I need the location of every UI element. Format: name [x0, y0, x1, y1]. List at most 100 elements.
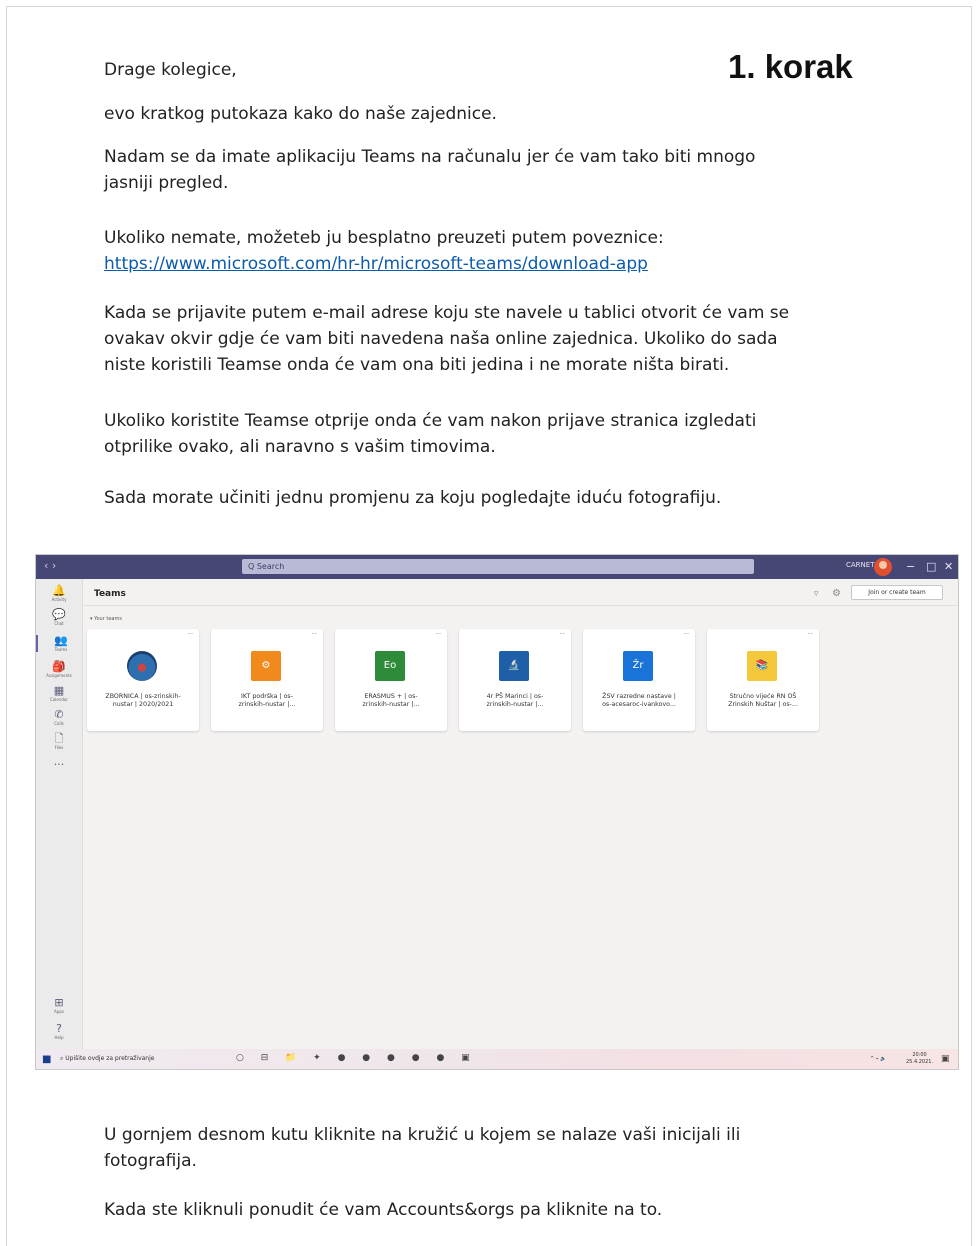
teams-titlebar: ‹ › Q Search CARNET − □ ✕	[36, 555, 958, 579]
intro-paragraph-1: evo kratkog putokaza kako do naše zajedn…	[104, 104, 497, 124]
rail-calendar[interactable]: ▦ Calendar	[36, 684, 82, 703]
team-name-line-1: 4r PŠ Marinci | os-	[486, 693, 544, 700]
team-name: IKT podrška | os- zrinskih-nustar |...	[215, 693, 319, 709]
rail-files[interactable]: 🗋 Files	[36, 733, 82, 751]
team-card-erasmus[interactable]: ··· Eo ERASMUS + | os- zrinskih-nustar |…	[335, 629, 447, 731]
calendar-icon: ▦	[53, 684, 65, 697]
team-name-line-2: zrinskih-nustar |...	[362, 701, 420, 708]
intro-paragraph-3-line-1: Ukoliko nemate, možeteb ju besplatno pre…	[104, 228, 664, 248]
more-options-icon[interactable]: ···	[559, 631, 565, 638]
teams-screenshot: ‹ › Q Search CARNET − □ ✕ 🔔 Activity 💬 C…	[35, 554, 959, 1070]
team-card-zbornica[interactable]: ··· ZBORNICA | os-zrinskih- nustar | 202…	[87, 629, 199, 731]
close-icon[interactable]: ✕	[944, 560, 953, 573]
intro-paragraph-5-line-2: otprilike ovako, ali naravno s vašim tim…	[104, 437, 496, 457]
intro-paragraph-4-line-1: Kada se prijavite putem e-mail adrese ko…	[104, 303, 790, 323]
rail-assignments-label: Assignments	[46, 673, 72, 678]
intro-paragraph-2: Nadam se da imate aplikaciju Teams na ra…	[104, 144, 884, 196]
more-options-icon[interactable]: ···	[435, 631, 441, 638]
taskbar-app-icons[interactable]: ○ ⊟ 📁 ✦ ● ● ● ● ● ▣	[236, 1053, 477, 1063]
system-tray-icons[interactable]: ^ ⌁ 🔈	[870, 1056, 887, 1062]
team-name-line-2: nustar | 2020/2021	[112, 701, 174, 708]
header-divider	[82, 605, 958, 606]
team-name-line-1: IKT podrška | os-	[241, 693, 293, 700]
notification-icon[interactable]: ▣	[941, 1054, 950, 1064]
teams-search-box[interactable]: Q Search	[242, 559, 754, 574]
rail-activity[interactable]: 🔔 Activity	[36, 584, 82, 603]
intro-paragraph-6: Sada morate učiniti jednu promjenu za ko…	[104, 488, 722, 508]
nav-arrows-icon[interactable]: ‹ ›	[44, 559, 56, 572]
bell-icon: 🔔	[52, 584, 66, 597]
filter-icon[interactable]: ▿	[814, 589, 819, 599]
team-name: ERASMUS + | os- zrinskih-nustar |...	[339, 693, 443, 709]
rail-apps[interactable]: ⊞ Apps	[36, 997, 82, 1015]
rail-files-label: Files	[54, 745, 64, 750]
rail-calls-label: Calls	[54, 721, 64, 726]
teams-page-title: Teams	[94, 589, 126, 599]
team-logo	[127, 651, 157, 681]
intro-paragraph-4-line-3: niste koristili Teamse onda će vam ona b…	[104, 355, 730, 375]
user-org-name: CARNET	[846, 561, 875, 569]
microscope-icon: 🔬	[499, 651, 529, 681]
team-name-line-1: Stručno vijeće RN OŠ	[729, 693, 797, 700]
more-options-icon[interactable]: ···	[311, 631, 317, 638]
rail-calls[interactable]: ✆ Calls	[36, 708, 82, 727]
windows-start-icon[interactable]: ■	[42, 1054, 51, 1065]
rail-calendar-label: Calendar	[50, 697, 68, 702]
more-options-icon[interactable]: ···	[683, 631, 689, 638]
team-name-line-1: ZBORNICA | os-zrinskih-	[105, 693, 181, 700]
intro-paragraph-2-line-2: jasniji pregled.	[104, 173, 229, 193]
download-link[interactable]: https://www.microsoft.com/hr-hr/microsof…	[104, 254, 648, 274]
clock-time: 20:00	[912, 1052, 927, 1058]
team-card-marinci[interactable]: ··· 🔬 4r PŠ Marinci | os- zrinskih-nusta…	[459, 629, 571, 731]
taskbar-search-text: Upišite ovdje za pretraživanje	[65, 1055, 155, 1062]
intro-paragraph-4: Kada se prijavite putem e-mail adrese ko…	[104, 300, 884, 378]
rail-activity-label: Activity	[51, 597, 67, 602]
help-icon: ?	[56, 1022, 62, 1035]
taskbar-clock[interactable]: 20:00 25.4.2021.	[906, 1052, 933, 1066]
outro-paragraph-1: U gornjem desnom kutu kliknite na kružić…	[104, 1122, 884, 1174]
clock-date: 25.4.2021.	[906, 1059, 934, 1065]
windows-taskbar: ■ ⌕ Upišite ovdje za pretraživanje ○ ⊟ 📁…	[36, 1049, 958, 1069]
team-name-line-2: os-acesaroc-ivankovo...	[602, 701, 676, 708]
more-icon: ···	[53, 758, 65, 771]
intro-paragraph-3: Ukoliko nemate, možeteb ju besplatno pre…	[104, 225, 884, 277]
team-name-line-2: zrinskih-nustar |...	[486, 701, 544, 708]
team-card-ikt[interactable]: ··· ⚙ IKT podrška | os- zrinskih-nustar …	[211, 629, 323, 731]
rail-help[interactable]: ? Help	[36, 1022, 82, 1041]
team-name-line-2: zrinskih-nustar |...	[238, 701, 296, 708]
more-options-icon[interactable]: ···	[807, 631, 813, 638]
team-name-line-2: Zrinskih Nuštar | os-...	[728, 701, 798, 708]
team-name: ZBORNICA | os-zrinskih- nustar | 2020/20…	[91, 693, 195, 709]
user-avatar[interactable]	[874, 558, 892, 576]
taskbar-search[interactable]: ⌕ Upišite ovdje za pretraživanje	[60, 1055, 154, 1063]
team-logo: Eo	[375, 651, 405, 681]
team-name: 4r PŠ Marinci | os- zrinskih-nustar |...	[463, 693, 567, 709]
rail-teams-label: Teams	[54, 647, 68, 652]
outro-paragraph-1-line-1: U gornjem desnom kutu kliknite na kružić…	[104, 1125, 741, 1145]
rail-teams[interactable]: 👥 Teams	[36, 635, 84, 652]
team-name: Stručno vijeće RN OŠ Zrinskih Nuštar | o…	[711, 693, 815, 709]
intro-paragraph-4-line-2: ovakav okvir gdje će vam biti navedena n…	[104, 329, 778, 349]
team-card-strucno-vijece[interactable]: ··· 📚 Stručno vijeće RN OŠ Zrinskih Nušt…	[707, 629, 819, 731]
rail-chat[interactable]: 💬 Chat	[36, 608, 82, 627]
rail-more[interactable]: ···	[36, 759, 82, 771]
join-or-create-team-button[interactable]: Join or create team	[851, 585, 943, 600]
minimize-icon[interactable]: −	[906, 560, 915, 573]
your-teams-label[interactable]: ▾ Your teams	[90, 616, 122, 622]
intro-paragraph-5-line-1: Ukoliko koristite Teamse otprije onda će…	[104, 411, 757, 431]
greeting: Drage kolegice,	[104, 60, 237, 80]
team-card-zsv[interactable]: ··· Žr ŽSV razredne nastave | os-acesaro…	[583, 629, 695, 731]
calls-icon: ✆	[54, 708, 64, 721]
intro-paragraph-2-line-1: Nadam se da imate aplikaciju Teams na ra…	[104, 147, 756, 167]
team-name: ŽSV razredne nastave | os-acesaroc-ivank…	[587, 693, 691, 709]
chat-icon: 💬	[52, 608, 66, 621]
books-icon: 📚	[747, 651, 777, 681]
rail-chat-label: Chat	[54, 621, 64, 626]
app-rail: 🔔 Activity 💬 Chat 👥 Teams 🎒 Assignments …	[36, 579, 83, 1049]
rail-assignments[interactable]: 🎒 Assignments	[36, 661, 82, 679]
outro-paragraph-1-line-2: fotografija.	[104, 1151, 197, 1171]
more-options-icon[interactable]: ···	[187, 631, 193, 638]
maximize-icon[interactable]: □	[926, 560, 936, 573]
team-logo: Žr	[623, 651, 653, 681]
gear-icon[interactable]: ⚙	[832, 588, 841, 599]
